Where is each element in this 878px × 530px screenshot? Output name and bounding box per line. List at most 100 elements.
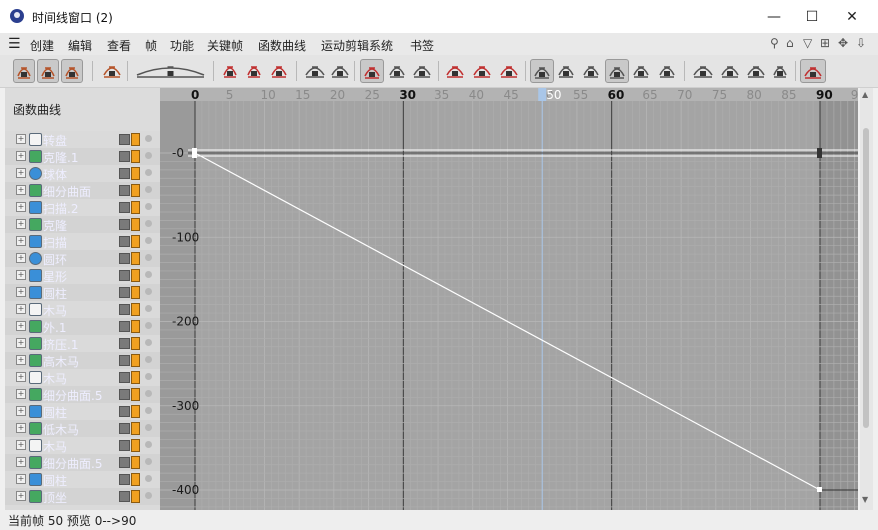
maximize-button[interactable]: ☐: [798, 6, 826, 28]
key-zero-icon[interactable]: [328, 59, 352, 81]
track-row[interactable]: + 顶坐: [5, 488, 160, 505]
track-row[interactable]: + 转盘: [5, 131, 160, 148]
bake-key-icon[interactable]: [800, 59, 826, 83]
keyframe-end[interactable]: [817, 487, 822, 492]
track-edit-icon[interactable]: [119, 406, 130, 417]
expand-icon[interactable]: +: [16, 287, 26, 297]
track-keyframe-icon[interactable]: [131, 388, 140, 401]
keyframe-end-zero[interactable]: [817, 148, 822, 158]
frame-selected-icon[interactable]: [100, 59, 124, 81]
track-visibility-dot-icon[interactable]: [145, 407, 152, 414]
track-keyframe-icon[interactable]: [131, 201, 140, 214]
track-visibility-dot-icon[interactable]: [145, 339, 152, 346]
menu-item-4[interactable]: 帧: [145, 37, 157, 54]
track-edit-icon[interactable]: [119, 321, 130, 332]
track-edit-icon[interactable]: [119, 202, 130, 213]
track-keyframe-icon[interactable]: [131, 167, 140, 180]
spline-ease-in-icon[interactable]: [443, 59, 467, 81]
new-window-icon[interactable]: ⊞: [820, 36, 830, 50]
track-edit-icon[interactable]: [119, 372, 130, 383]
add-key-step-icon[interactable]: [268, 59, 290, 81]
close-button[interactable]: ✕: [838, 6, 866, 28]
track-row[interactable]: + 克隆: [5, 216, 160, 233]
track-visibility-dot-icon[interactable]: [145, 271, 152, 278]
track-visibility-dot-icon[interactable]: [145, 373, 152, 380]
scroll-down-arrow-icon[interactable]: ▼: [862, 496, 870, 504]
track-keyframe-icon[interactable]: [131, 269, 140, 282]
track-edit-icon[interactable]: [119, 185, 130, 196]
track-edit-icon[interactable]: [119, 151, 130, 162]
expand-icon[interactable]: +: [16, 185, 26, 195]
track-visibility-dot-icon[interactable]: [145, 288, 152, 295]
frame-all-icon[interactable]: [133, 59, 208, 81]
track-keyframe-icon[interactable]: [131, 490, 140, 503]
track-visibility-dot-icon[interactable]: [145, 169, 152, 176]
track-keyframe-icon[interactable]: [131, 150, 140, 163]
track-keyframe-icon[interactable]: [131, 303, 140, 316]
track-edit-icon[interactable]: [119, 423, 130, 434]
track-row[interactable]: + 挤压.1: [5, 335, 160, 352]
track-visibility-dot-icon[interactable]: [145, 186, 152, 193]
track-keyframe-icon[interactable]: [131, 473, 140, 486]
tangent-zero-icon[interactable]: [530, 59, 554, 83]
expand-icon[interactable]: +: [16, 440, 26, 450]
tangent-zero-angle-icon[interactable]: [555, 59, 577, 81]
track-edit-icon[interactable]: [119, 389, 130, 400]
expand-icon[interactable]: +: [16, 202, 26, 212]
expand-icon[interactable]: +: [16, 134, 26, 144]
track-keyframe-icon[interactable]: [131, 184, 140, 197]
filter-icon[interactable]: ▽: [803, 36, 812, 50]
track-edit-icon[interactable]: [119, 219, 130, 230]
track-edit-icon[interactable]: [119, 440, 130, 451]
keyframe-start[interactable]: [192, 148, 197, 158]
track-keyframe-icon[interactable]: [131, 337, 140, 350]
tangent-lock-angle-icon[interactable]: [630, 59, 652, 81]
track-keyframe-icon[interactable]: [131, 371, 140, 384]
track-visibility-dot-icon[interactable]: [145, 356, 152, 363]
track-row[interactable]: + 低木马: [5, 420, 160, 437]
lock-time-icon[interactable]: [690, 59, 716, 81]
expand-icon[interactable]: +: [16, 270, 26, 280]
track-edit-icon[interactable]: [119, 304, 130, 315]
track-row[interactable]: + 克隆.1: [5, 148, 160, 165]
track-edit-icon[interactable]: [119, 457, 130, 468]
track-row[interactable]: + 球体: [5, 165, 160, 182]
key-peak-icon[interactable]: [360, 59, 384, 83]
expand-icon[interactable]: +: [16, 372, 26, 382]
expand-icon[interactable]: +: [16, 151, 26, 161]
track-visibility-dot-icon[interactable]: [145, 492, 152, 499]
track-edit-icon[interactable]: [119, 491, 130, 502]
f-curve-graph[interactable]: 0 5 10 15 20 25 30 35 40 45 50 55 60 65 70 75 80 85 90 95 -0…: [160, 88, 866, 510]
track-keyframe-icon[interactable]: [131, 252, 140, 265]
track-visibility-dot-icon[interactable]: [145, 203, 152, 210]
key-flat-icon[interactable]: [410, 59, 434, 81]
hamburger-menu-icon[interactable]: ☰: [8, 37, 21, 51]
scrollbar-thumb[interactable]: [863, 128, 869, 428]
track-keyframe-icon[interactable]: [131, 405, 140, 418]
tangent-lock-length-icon[interactable]: [656, 59, 678, 81]
track-row[interactable]: + 高木马: [5, 352, 160, 369]
expand-icon[interactable]: +: [16, 253, 26, 263]
track-keyframe-icon[interactable]: [131, 320, 140, 333]
expand-icon[interactable]: +: [16, 423, 26, 433]
key-film-tool-icon[interactable]: [61, 59, 83, 83]
track-edit-icon[interactable]: [119, 474, 130, 485]
lock-tangent-icon[interactable]: [744, 59, 768, 81]
track-edit-icon[interactable]: [119, 338, 130, 349]
lock-key-icon[interactable]: [770, 59, 790, 81]
expand-icon[interactable]: +: [16, 406, 26, 416]
track-edit-icon[interactable]: [119, 355, 130, 366]
f-curve-canvas[interactable]: 0 5 10 15 20 25 30 35 40 45 50 55 60 65 70 75 80 85 90 95 -0…: [160, 88, 866, 510]
move-icon[interactable]: ✥: [838, 36, 848, 50]
pin-icon[interactable]: ⇩: [856, 36, 866, 50]
track-edit-icon[interactable]: [119, 287, 130, 298]
track-row[interactable]: + 圆柱: [5, 471, 160, 488]
search-icon[interactable]: ⚲: [770, 36, 779, 50]
track-visibility-dot-icon[interactable]: [145, 237, 152, 244]
key-auto-tool-icon[interactable]: [37, 59, 59, 83]
track-keyframe-icon[interactable]: [131, 133, 140, 146]
track-edit-icon[interactable]: [119, 270, 130, 281]
lock-value-icon[interactable]: [718, 59, 742, 81]
home-icon[interactable]: ⌂: [786, 36, 794, 50]
track-row[interactable]: + 细分曲面.5: [5, 386, 160, 403]
